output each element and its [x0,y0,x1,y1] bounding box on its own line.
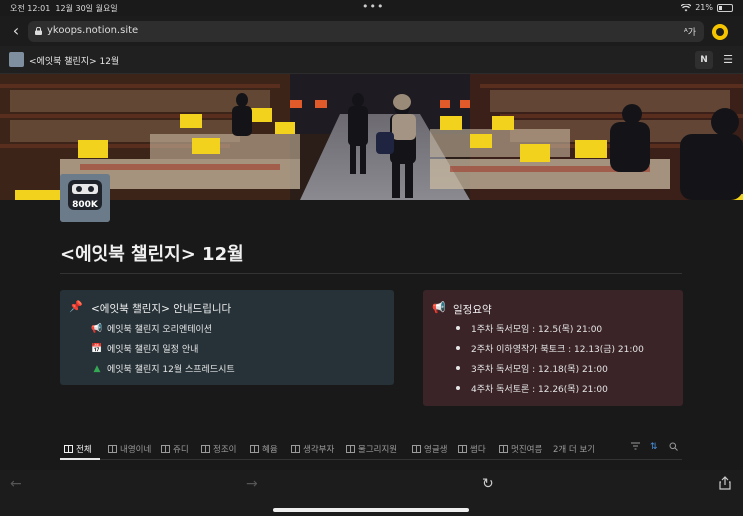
page-title: <에잇북 챌린지> 12월 [60,244,244,265]
link-label: 에잇북 챌린지 일정 안내 [107,345,199,355]
schedule-item: 1주차 독서모임 : 12.5(목) 21:00 [471,325,603,335]
schedule-item: 3주차 독서모임 : 12.18(목) 21:00 [471,365,608,375]
gallery-icon [291,445,300,453]
callout-heading: <에잇북 챌린지> 안내드립니다 [91,303,232,315]
schedule-item: 2주차 이하영작가 북토크 : 12.13(금) 21:00 [471,345,644,355]
sort-icon[interactable]: ⇅ [650,442,658,452]
status-time: 오전 12:01 12월 30일 월요일 [10,4,118,13]
tab-user[interactable]: 멋진여름 [499,443,542,455]
bullet-dot [456,366,460,370]
bullet-dot [456,386,460,390]
reader-button[interactable]: ᴬ가 [684,25,696,38]
notion-topbar: <에잇북 챌린지> 12월 N ☰ [0,46,743,74]
info-callout: 📌 <에잇북 챌린지> 안내드립니다 📢 에잇북 챌린지 오리엔테이션 📅 에잇… [60,290,394,385]
callout-heading: 일정요약 [453,304,492,316]
calendar-icon: 📅 [91,343,103,354]
tab-user[interactable]: 생각부자 [291,443,334,455]
battery-fill [719,5,722,10]
gallery-icon [250,445,259,453]
page-icon-text: 800K [72,200,98,210]
tab-user[interactable]: 썸다 [458,443,486,455]
gallery-icon [161,445,170,453]
tab-user[interactable]: 정조이 [201,443,236,455]
gallery-icon [499,445,508,453]
google-drive-icon: ▲ [93,363,101,374]
forward-arrow-icon[interactable]: → [246,476,258,492]
reload-icon[interactable]: ↻ [482,476,494,492]
schedule-item: 4주차 독서토론 : 12.26(목) 21:00 [471,385,608,395]
url-text: ykoops.notion.site [47,25,139,36]
link-label: 에잇북 챌린지 오리엔테이션 [107,325,213,335]
cover-image [0,74,743,200]
tab-user[interactable]: 영글생 [412,443,447,455]
gallery-icon [458,445,467,453]
schedule-callout: 📢 일정요약 1주차 독서모임 : 12.5(목) 21:00 2주차 이하영작… [423,290,683,406]
pushpin-icon: 📌 [69,300,83,313]
share-icon[interactable] [719,476,731,494]
battery-icon [717,3,733,12]
link-schedule[interactable]: 📅 에잇북 챌린지 일정 안내 [91,342,199,356]
multitask-dots[interactable]: ••• [362,0,384,13]
gallery-icon [108,445,117,453]
bullet-dot [456,346,460,350]
link-spreadsheet[interactable]: ▲ 에잇북 챌린지 12월 스프레드시트 [91,362,235,376]
browser-bottom-bar: ← → ↻ [0,470,743,516]
site-profile-icon[interactable] [712,24,728,40]
back-chevron-icon[interactable]: ‹ [8,22,24,40]
wifi-icon [681,3,692,11]
home-indicator [273,508,469,512]
menu-icon[interactable]: ☰ [719,51,737,69]
notion-logo-button[interactable]: N [695,51,713,69]
page-icon: 800K [60,174,110,222]
title-divider [60,273,682,274]
back-arrow-icon[interactable]: ← [10,476,22,492]
bullet-dot [456,326,460,330]
page-icon-small [9,52,24,67]
status-right: 21% [681,3,733,12]
filter-icon[interactable] [631,442,640,453]
database-view-tabs: 전체 내영이네 쥬디 정조이 혜윰 생각부자 물그리지원 영글생 썸다 멋진여름… [60,438,682,460]
tab-user[interactable]: 혜윰 [250,443,278,455]
address-bar[interactable]: ykoops.notion.site ᴬ가 [28,21,704,42]
browser-toolbar: ‹ ykoops.notion.site ᴬ가 [0,16,743,46]
gallery-icon [201,445,210,453]
status-bar: 오전 12:01 12월 30일 월요일 ••• 21% [0,0,743,16]
tab-all[interactable]: 전체 [64,443,92,455]
megaphone-icon: 📢 [91,323,103,334]
tab-user[interactable]: 물그리지원 [346,443,397,455]
tab-user[interactable]: 내영이네 [108,443,151,455]
breadcrumb-title[interactable]: <에잇북 챌린지> 12월 [29,54,119,67]
active-tab-indicator [60,458,100,460]
megaphone-icon: 📢 [432,301,446,314]
gallery-icon [346,445,355,453]
gallery-icon [64,445,73,453]
battery-percent: 21% [695,3,713,12]
link-orientation[interactable]: 📢 에잇북 챌린지 오리엔테이션 [91,322,213,336]
tabs-more-button[interactable]: 2개 더 보기 [553,443,595,455]
tab-user[interactable]: 쥬디 [161,443,189,455]
lock-icon [35,27,42,35]
link-label: 에잇북 챌린지 12월 스프레드시트 [107,365,235,375]
search-icon[interactable] [669,442,678,454]
gallery-icon [412,445,421,453]
